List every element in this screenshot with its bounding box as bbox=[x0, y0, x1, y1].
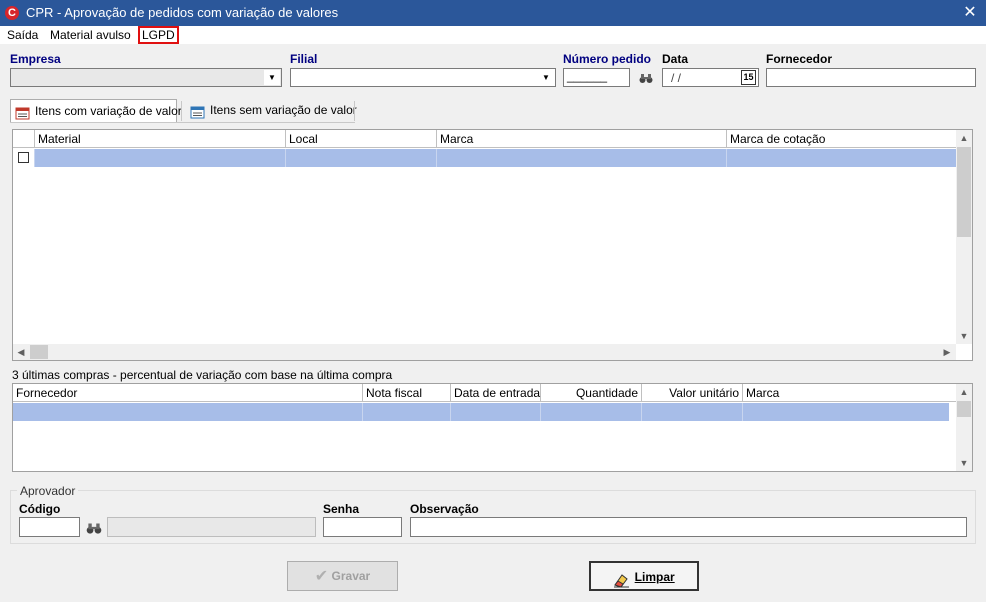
grid-header-local[interactable]: Local bbox=[286, 130, 437, 148]
grid-header-material[interactable]: Material bbox=[35, 130, 286, 148]
observacao-input[interactable] bbox=[410, 517, 967, 537]
grid-header-marca[interactable]: Marca bbox=[437, 130, 727, 148]
scroll-down-icon[interactable]: ▼ bbox=[956, 328, 972, 344]
binoculars-icon[interactable] bbox=[638, 70, 654, 86]
scroll-left-icon[interactable]: ◀ bbox=[13, 344, 29, 360]
empresa-combobox[interactable]: ▼ bbox=[10, 68, 282, 87]
tab-itens-sem-variacao[interactable]: Itens sem variação de valor bbox=[186, 99, 357, 122]
grid-header-marca-cotacao[interactable]: Marca de cotação bbox=[727, 130, 956, 148]
scroll-right-icon[interactable]: ▶ bbox=[939, 344, 955, 360]
fornecedor-input[interactable] bbox=[766, 68, 976, 87]
table-row[interactable] bbox=[13, 149, 956, 167]
row-checkbox-cell bbox=[13, 149, 35, 167]
filial-combobox[interactable]: ▼ bbox=[290, 68, 556, 87]
scroll-down-icon[interactable]: ▼ bbox=[956, 455, 972, 471]
tab-label: Itens sem variação de valor bbox=[210, 103, 357, 117]
chevron-down-icon[interactable]: ▼ bbox=[264, 70, 280, 85]
table-row[interactable] bbox=[13, 403, 949, 421]
eraser-icon bbox=[613, 570, 631, 588]
gravar-button[interactable]: ✔ Gravar bbox=[287, 561, 398, 591]
cell-data-entrada bbox=[451, 403, 541, 421]
senha-input[interactable] bbox=[323, 517, 402, 537]
calendar-list-icon bbox=[15, 105, 31, 120]
horizontal-scrollbar[interactable]: ◀ ▶ bbox=[13, 344, 956, 360]
history-header-quantidade[interactable]: Quantidade bbox=[541, 384, 642, 402]
scroll-up-icon[interactable]: ▲ bbox=[956, 130, 972, 146]
tab-label: Itens com variação de valor bbox=[35, 104, 182, 118]
filial-label: Filial bbox=[290, 52, 318, 66]
binoculars-icon[interactable] bbox=[85, 519, 103, 537]
title-bar: C CPR - Aprovação de pedidos com variaçã… bbox=[0, 0, 986, 26]
numero-pedido-input[interactable]: ______ bbox=[563, 68, 630, 87]
history-grid[interactable]: Fornecedor Nota fiscal Data de entrada Q… bbox=[12, 383, 973, 472]
cell-valor-unitario bbox=[642, 403, 743, 421]
menu-item-lgpd[interactable]: LGPD bbox=[138, 26, 179, 44]
empresa-label: Empresa bbox=[10, 52, 61, 66]
close-icon[interactable]: ✕ bbox=[958, 2, 982, 24]
grid-header-check bbox=[13, 130, 35, 148]
data-input[interactable]: / / 15 bbox=[662, 68, 759, 87]
data-label: Data bbox=[662, 52, 689, 66]
tab-separator bbox=[181, 101, 182, 121]
window-title: CPR - Aprovação de pedidos com variação … bbox=[26, 5, 339, 20]
cell-quantidade bbox=[541, 403, 642, 421]
row-checkbox[interactable] bbox=[18, 152, 29, 163]
scroll-thumb[interactable] bbox=[957, 401, 971, 417]
observacao-label: Observação bbox=[410, 502, 479, 516]
history-header-marca[interactable]: Marca bbox=[743, 384, 956, 402]
gravar-label: Gravar bbox=[331, 569, 371, 583]
scroll-thumb[interactable] bbox=[30, 345, 48, 359]
calendar-icon[interactable]: 15 bbox=[741, 70, 756, 85]
check-icon: ✔ bbox=[314, 567, 329, 585]
limpar-button[interactable]: Limpar bbox=[589, 561, 699, 591]
history-header-fornecedor[interactable]: Fornecedor bbox=[13, 384, 363, 402]
numero-pedido-value: ______ bbox=[567, 69, 608, 83]
numero-pedido-label: Número pedido bbox=[563, 52, 652, 66]
menu-bar: Saída Material avulso LGPD bbox=[0, 26, 986, 44]
history-header-data-entrada[interactable]: Data de entrada bbox=[451, 384, 541, 402]
menu-item-saida[interactable]: Saída bbox=[5, 27, 40, 43]
codigo-label: Código bbox=[19, 502, 61, 516]
senha-label: Senha bbox=[323, 502, 360, 516]
codigo-input[interactable] bbox=[19, 517, 80, 537]
history-caption: 3 últimas compras - percentual de variaç… bbox=[12, 368, 393, 382]
menu-item-material-avulso[interactable]: Material avulso bbox=[48, 27, 133, 43]
data-value: / / bbox=[671, 71, 682, 85]
cell-local bbox=[286, 149, 437, 167]
tab-itens-com-variacao[interactable]: Itens com variação de valor bbox=[10, 99, 182, 122]
tab-separator bbox=[354, 101, 355, 121]
history-header-valor-unitario[interactable]: Valor unitário bbox=[642, 384, 743, 402]
items-grid[interactable]: Material Local Marca Marca de cotação ▲ … bbox=[12, 129, 973, 361]
vertical-scrollbar[interactable]: ▲ ▼ bbox=[956, 130, 972, 344]
scroll-thumb[interactable] bbox=[957, 147, 971, 237]
app-logo-icon: C bbox=[5, 6, 19, 20]
cell-material bbox=[35, 149, 286, 167]
cell-nota-fiscal bbox=[363, 403, 451, 421]
cell-marca-cotacao bbox=[727, 149, 956, 167]
cell-marca bbox=[437, 149, 727, 167]
aprovador-group-label: Aprovador bbox=[17, 484, 79, 498]
cell-fornecedor bbox=[13, 403, 363, 421]
history-header-nota-fiscal[interactable]: Nota fiscal bbox=[363, 384, 451, 402]
scroll-up-icon[interactable]: ▲ bbox=[956, 384, 972, 400]
cell-marca bbox=[743, 403, 949, 421]
limpar-label: Limpar bbox=[634, 570, 675, 584]
fornecedor-label: Fornecedor bbox=[766, 52, 833, 66]
vertical-scrollbar[interactable]: ▲ ▼ bbox=[956, 384, 972, 471]
aprovador-nome-field bbox=[107, 517, 316, 537]
chevron-down-icon[interactable]: ▼ bbox=[538, 70, 554, 85]
calendar-list-icon bbox=[190, 104, 206, 119]
